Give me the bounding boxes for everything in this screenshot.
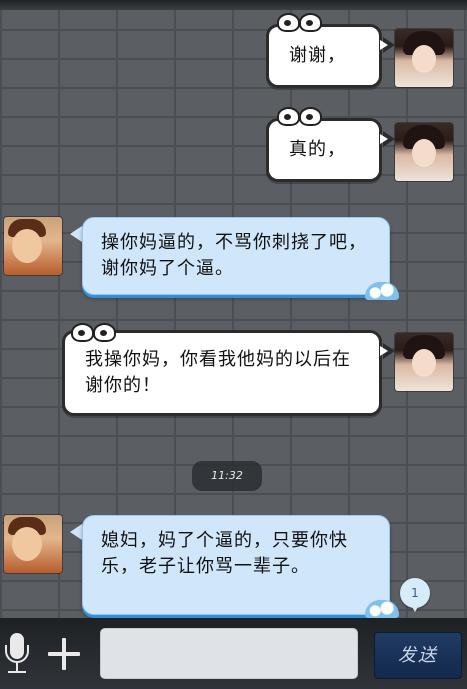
bubble-tail — [70, 226, 82, 242]
send-button[interactable]: 发送 — [374, 632, 462, 679]
cartoon-eyes-icon — [277, 107, 322, 127]
message-text: 我操你妈，你看我他妈的以后在谢你的！ — [85, 349, 351, 396]
bubble-tail — [380, 343, 395, 359]
message-text: 操你妈逼的，不骂你刺挠了吧， 谢你妈了个逼。 — [101, 232, 367, 279]
unread-badge[interactable]: 1 — [400, 578, 430, 612]
bubble-tail — [380, 37, 395, 53]
message-bubble[interactable]: 我操你妈，你看我他妈的以后在谢你的！ — [62, 323, 382, 416]
cartoon-eyes-icon — [71, 323, 116, 343]
message-text: 谢谢， — [289, 45, 346, 66]
message-bubble[interactable]: 媳妇，妈了个逼的，只要你快乐，老子让你骂一辈子。 — [82, 515, 399, 618]
bubble-tail — [380, 131, 395, 147]
wave-icon — [365, 282, 399, 300]
wave-icon — [365, 600, 399, 618]
cartoon-eyes-icon — [277, 13, 322, 33]
message-text: 真的， — [289, 139, 346, 160]
timestamp: 11:32 — [192, 461, 262, 491]
microphone-icon[interactable] — [4, 633, 30, 675]
bubble-tail — [70, 524, 82, 540]
avatar[interactable] — [395, 123, 453, 181]
avatar[interactable] — [395, 29, 453, 87]
avatar[interactable] — [4, 515, 62, 573]
avatar[interactable] — [395, 333, 453, 391]
plus-icon[interactable] — [46, 636, 82, 672]
message-text: 媳妇，妈了个逼的，只要你快乐，老子让你骂一辈子。 — [101, 530, 348, 577]
message-bubble[interactable]: 谢谢， — [266, 13, 382, 88]
top-strip — [0, 0, 467, 10]
message-bubble[interactable]: 操你妈逼的，不骂你刺挠了吧， 谢你妈了个逼。 — [82, 217, 399, 300]
message-bubble[interactable]: 真的， — [266, 107, 382, 182]
message-input[interactable] — [100, 628, 358, 679]
avatar[interactable] — [4, 217, 62, 275]
